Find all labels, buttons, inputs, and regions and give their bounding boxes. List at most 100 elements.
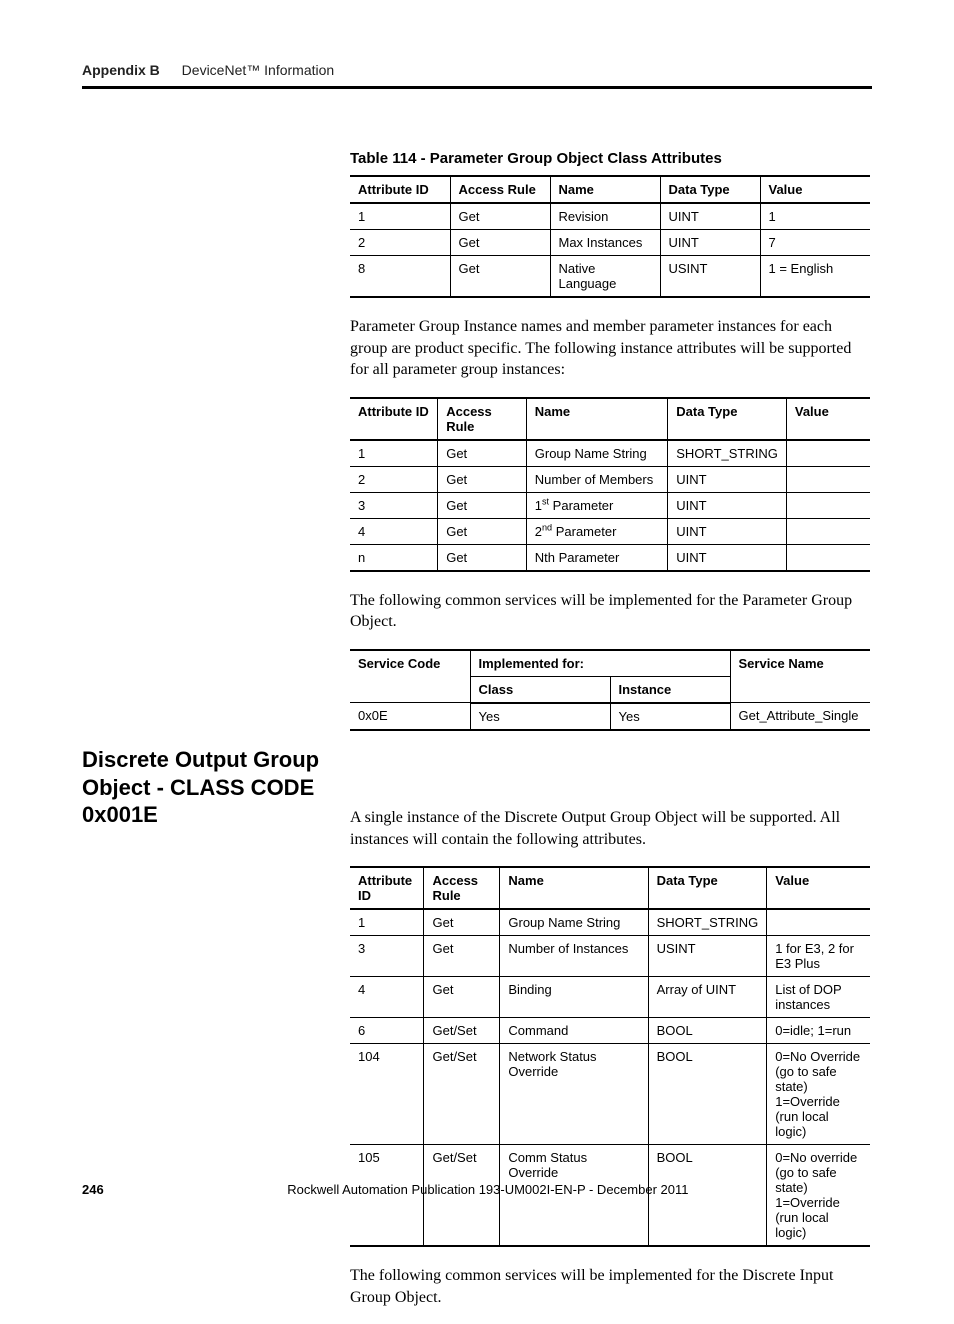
running-header: Appendix B DeviceNet™ Information bbox=[82, 62, 872, 78]
page-number: 246 bbox=[82, 1182, 104, 1197]
table-instance-attributes: Attribute ID Access Rule Name Data Type … bbox=[350, 397, 870, 572]
cell: Get bbox=[438, 440, 527, 467]
table-row: 0x0EYesYesGet_Attribute_Single bbox=[350, 703, 870, 730]
table-row: 1GetGroup Name StringSHORT_STRING bbox=[350, 909, 870, 936]
cell: Get bbox=[450, 203, 550, 230]
th: Data Type bbox=[648, 867, 767, 909]
th: Service Name bbox=[730, 650, 870, 703]
th: Data Type bbox=[668, 398, 787, 440]
th: Access Rule bbox=[438, 398, 527, 440]
cell: USINT bbox=[660, 256, 760, 298]
cell: BOOL bbox=[648, 1044, 767, 1145]
th: Implemented for: bbox=[470, 650, 730, 677]
publication-info: Rockwell Automation Publication 193-UM00… bbox=[82, 1182, 872, 1197]
paragraph: A single instance of the Discrete Output… bbox=[350, 807, 870, 850]
table-row: 3GetNumber of InstancesUSINT1 for E3, 2 … bbox=[350, 936, 870, 977]
cell: Get bbox=[450, 230, 550, 256]
th: Attribute ID bbox=[350, 176, 450, 203]
section-heading: Discrete Output Group Object - CLASS COD… bbox=[82, 746, 332, 829]
paragraph: Parameter Group Instance names and membe… bbox=[350, 316, 870, 381]
table-row: 4Get2nd ParameterUINT bbox=[350, 518, 870, 544]
table-row: 1GetGroup Name StringSHORT_STRING bbox=[350, 440, 870, 467]
cell: 1st Parameter bbox=[526, 492, 668, 518]
paragraph: The following common services will be im… bbox=[350, 1265, 870, 1308]
table-row: 3Get1st ParameterUINT bbox=[350, 492, 870, 518]
cell: 4 bbox=[350, 977, 424, 1018]
cell: UINT bbox=[660, 203, 760, 230]
cell: UINT bbox=[668, 518, 787, 544]
cell bbox=[767, 909, 870, 936]
th: Attribute ID bbox=[350, 398, 438, 440]
cell: Command bbox=[500, 1018, 648, 1044]
cell: SHORT_STRING bbox=[648, 909, 767, 936]
header-title: DeviceNet™ Information bbox=[182, 62, 335, 78]
cell: 1 bbox=[350, 440, 438, 467]
cell: 3 bbox=[350, 936, 424, 977]
table-row: 2GetNumber of MembersUINT bbox=[350, 466, 870, 492]
cell bbox=[786, 518, 870, 544]
cell: Get bbox=[424, 977, 500, 1018]
th: Attribute ID bbox=[350, 867, 424, 909]
th: Name bbox=[500, 867, 648, 909]
th: Value bbox=[760, 176, 870, 203]
cell: 1 bbox=[350, 203, 450, 230]
appendix-label: Appendix B bbox=[82, 62, 160, 78]
cell: 2nd Parameter bbox=[526, 518, 668, 544]
cell: UINT bbox=[668, 544, 787, 571]
cell: 2 bbox=[350, 230, 450, 256]
cell: List of DOP instances bbox=[767, 977, 870, 1018]
cell: 0=idle; 1=run bbox=[767, 1018, 870, 1044]
header-rule bbox=[82, 86, 872, 89]
th: Service Code bbox=[350, 650, 470, 703]
cell bbox=[786, 466, 870, 492]
th: Name bbox=[526, 398, 668, 440]
cell: Binding bbox=[500, 977, 648, 1018]
cell bbox=[786, 440, 870, 467]
cell: 3 bbox=[350, 492, 438, 518]
table-row: 4GetBindingArray of UINTList of DOP inst… bbox=[350, 977, 870, 1018]
cell: 6 bbox=[350, 1018, 424, 1044]
cell: 0x0E bbox=[350, 703, 470, 730]
th: Instance bbox=[610, 676, 730, 703]
cell: Get_Attribute_Single bbox=[730, 703, 870, 730]
cell: Group Name String bbox=[500, 909, 648, 936]
cell: Number of Members bbox=[526, 466, 668, 492]
cell: Get bbox=[438, 544, 527, 571]
th: Value bbox=[786, 398, 870, 440]
table-row: 2GetMax InstancesUINT7 bbox=[350, 230, 870, 256]
cell: Get bbox=[450, 256, 550, 298]
cell: 1 bbox=[350, 909, 424, 936]
cell: Yes bbox=[470, 703, 610, 730]
cell: Get bbox=[438, 492, 527, 518]
cell: Group Name String bbox=[526, 440, 668, 467]
cell: Get bbox=[424, 936, 500, 977]
table-row: 6Get/SetCommandBOOL0=idle; 1=run bbox=[350, 1018, 870, 1044]
table-services: Service Code Implemented for: Service Na… bbox=[350, 649, 870, 731]
cell: 1 for E3, 2 for E3 Plus bbox=[767, 936, 870, 977]
cell: Nth Parameter bbox=[526, 544, 668, 571]
cell: Number of Instances bbox=[500, 936, 648, 977]
cell: Revision bbox=[550, 203, 660, 230]
cell: SHORT_STRING bbox=[668, 440, 787, 467]
cell: BOOL bbox=[648, 1018, 767, 1044]
cell: Get bbox=[424, 909, 500, 936]
table-row: 8GetNative LanguageUSINT1 = English bbox=[350, 256, 870, 298]
cell: 4 bbox=[350, 518, 438, 544]
table1-caption: Table 114 - Parameter Group Object Class… bbox=[350, 150, 870, 167]
th: Access Rule bbox=[424, 867, 500, 909]
cell: 1 bbox=[760, 203, 870, 230]
cell: Get bbox=[438, 466, 527, 492]
cell: Network Status Override bbox=[500, 1044, 648, 1145]
cell: 104 bbox=[350, 1044, 424, 1145]
th: Access Rule bbox=[450, 176, 550, 203]
table-row: nGetNth ParameterUINT bbox=[350, 544, 870, 571]
cell: Yes bbox=[610, 703, 730, 730]
th: Value bbox=[767, 867, 870, 909]
th: Class bbox=[470, 676, 610, 703]
cell: Get/Set bbox=[424, 1018, 500, 1044]
cell: Get bbox=[438, 518, 527, 544]
page-footer: 246 Rockwell Automation Publication 193-… bbox=[82, 1182, 872, 1197]
cell: UINT bbox=[668, 492, 787, 518]
paragraph: The following common services will be im… bbox=[350, 590, 870, 633]
cell: UINT bbox=[660, 230, 760, 256]
